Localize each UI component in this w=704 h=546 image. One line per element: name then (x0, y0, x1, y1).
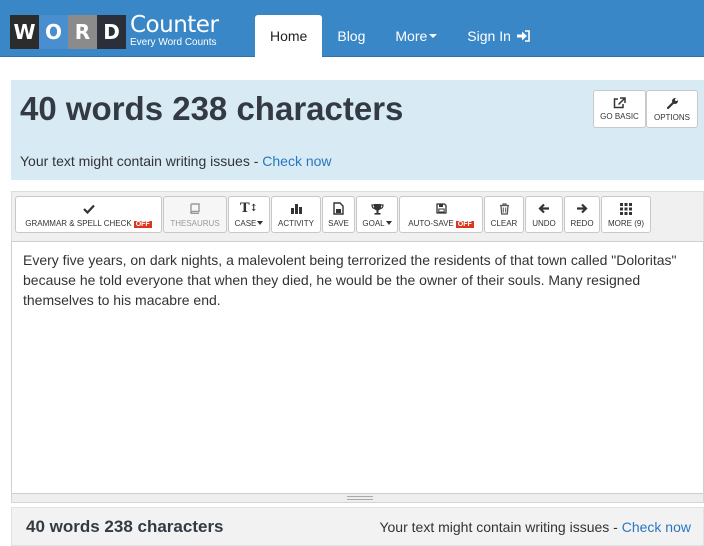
trash-icon (499, 202, 510, 216)
activity-label: ACTIVITY (277, 218, 314, 228)
options-label: OPTIONS (653, 112, 690, 122)
nav-home-label: Home (270, 28, 308, 44)
sign-in-icon (516, 30, 530, 42)
editor-toolbar: GRAMMAR & SPELL CHECK OFF THESAURUS T ↕ CA… (11, 191, 704, 241)
nav-blog[interactable]: Blog (322, 15, 380, 57)
caret-down-icon (385, 221, 392, 226)
external-link-icon (613, 97, 626, 109)
more-tools-button[interactable]: MORE (9) (601, 196, 651, 233)
book-icon (190, 202, 200, 216)
writing-issues-text: Your text might contain writing issues - (20, 153, 263, 169)
auto-save-button[interactable]: AUTO-SAVE OFF (399, 196, 483, 233)
bottom-check-now-link[interactable]: Check now (622, 519, 691, 535)
bottom-stats-bar: 40 words 238 characters Your text might … (11, 507, 704, 546)
nav-sign-in[interactable]: Sign In (452, 15, 545, 57)
editor-resize-handle[interactable] (11, 494, 704, 503)
logo-letter: W (10, 15, 39, 49)
caret-down-icon (257, 221, 264, 226)
goal-label: GOAL (362, 218, 385, 228)
bottom-writing-issues-text: Your text might contain writing issues - (379, 519, 622, 535)
arrow-right-icon (576, 202, 588, 216)
floppy-disk-icon (435, 202, 447, 216)
save-label: SAVE (328, 218, 349, 228)
logo-main-text: Counter (130, 12, 219, 38)
activity-button[interactable]: ACTIVITY (271, 196, 321, 233)
more-tools-label: MORE (9) (608, 218, 644, 228)
options-button[interactable]: OPTIONS (646, 90, 698, 128)
nav-sign-in-label: Sign In (467, 28, 511, 44)
bottom-writing-issues-notice: Your text might contain writing issues -… (379, 519, 691, 535)
grammar-check-button[interactable]: GRAMMAR & SPELL CHECK OFF (15, 196, 162, 233)
thesaurus-label: THESAURUS (170, 218, 220, 228)
undo-button[interactable]: UNDO (525, 196, 563, 233)
go-basic-button[interactable]: GO BASIC (593, 90, 646, 128)
nav-more-label: More (395, 28, 428, 44)
text-editor[interactable]: Every five years, on dark nights, a male… (11, 241, 704, 494)
word-char-count-title: 40 words 238 characters (20, 90, 404, 127)
top-navbar: W O R D Counter Every Word Counts Home B… (0, 0, 704, 57)
undo-label: UNDO (532, 218, 556, 228)
logo-text[interactable]: Counter Every Word Counts (130, 12, 219, 49)
nav-blog-label: Blog (337, 28, 366, 44)
save-file-icon (333, 202, 344, 216)
checkmark-icon (82, 202, 95, 216)
wordcounter-logo[interactable]: W O R D (10, 15, 126, 51)
auto-save-off-badge: OFF (455, 220, 474, 228)
nav-home[interactable]: Home (255, 15, 323, 57)
stats-header: 40 words 238 characters Your text might … (11, 80, 704, 180)
grip-lines-icon (347, 496, 373, 500)
grammar-check-label: GRAMMAR & SPELL CHECK (25, 218, 132, 228)
bar-chart-icon (290, 202, 303, 216)
redo-label: REDO (570, 218, 594, 228)
logo-tagline: Every Word Counts (130, 37, 217, 48)
goal-dropdown-button[interactable]: GOAL (356, 196, 398, 233)
editor-text: Every five years, on dark nights, a male… (23, 252, 677, 308)
text-height-icon: T ↕ (239, 201, 259, 216)
arrow-left-icon (538, 202, 550, 216)
clear-label: CLEAR (490, 218, 518, 228)
grammar-off-badge: OFF (133, 220, 152, 228)
logo-letter: D (97, 15, 126, 49)
main-nav: Home Blog More Sign In (255, 15, 545, 57)
logo-letter: R (68, 15, 97, 49)
clear-button[interactable]: CLEAR (484, 196, 524, 233)
case-dropdown-button[interactable]: T ↕ CASE (228, 196, 270, 233)
caret-down-icon (429, 34, 438, 38)
thesaurus-button[interactable]: THESAURUS (163, 196, 227, 233)
bottom-word-char-count: 40 words 238 characters (26, 517, 224, 536)
auto-save-label: AUTO-SAVE (408, 218, 454, 228)
trophy-icon (370, 202, 384, 216)
case-label: CASE (234, 218, 257, 228)
redo-button[interactable]: REDO (564, 196, 600, 233)
save-button[interactable]: SAVE (322, 196, 355, 233)
go-basic-label: GO BASIC (600, 112, 639, 121)
grid-icon (620, 202, 632, 216)
wrench-icon (666, 97, 678, 109)
writing-issues-notice: Your text might contain writing issues -… (20, 153, 332, 169)
logo-letter: O (39, 15, 68, 49)
check-now-link[interactable]: Check now (262, 153, 331, 169)
nav-more-dropdown[interactable]: More (380, 15, 452, 57)
